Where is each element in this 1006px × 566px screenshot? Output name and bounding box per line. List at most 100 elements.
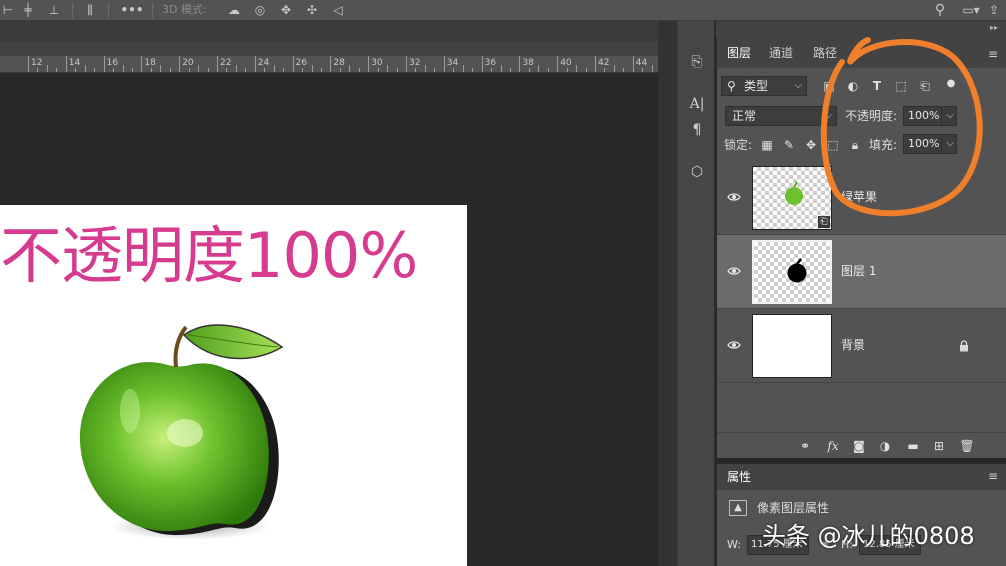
tab-paths[interactable]: 路径 — [813, 45, 837, 61]
expand-panels-icon[interactable]: ▸▸ — [990, 23, 998, 32]
smart-object-filter-icon[interactable]: ⎗ — [917, 78, 933, 94]
layer-row-layer-1[interactable]: 图层 1 — [717, 235, 1006, 309]
tab-channels[interactable]: 通道 — [769, 45, 793, 61]
ruler-minor-tick — [604, 68, 606, 72]
distribute-icon[interactable]: ⫼ — [82, 3, 98, 17]
opacity-label: 不透明度: — [845, 109, 898, 123]
ruler-major-tick — [65, 56, 67, 72]
3d-camera-icon[interactable]: ◁ — [330, 3, 346, 17]
document-canvas[interactable]: 不透明度100% — [0, 205, 467, 566]
apple-silhouette-thumbnail — [787, 258, 807, 283]
layer-filter-label: 类型 — [744, 79, 769, 93]
lock-pixels-icon[interactable]: ✎ — [781, 137, 797, 153]
ruler-minor-tick — [509, 68, 511, 72]
ruler-label: 32 — [409, 58, 421, 68]
shape-filter-icon[interactable]: ⬚ — [893, 78, 909, 94]
ruler-minor-tick — [547, 68, 549, 72]
history-icon[interactable]: ⎘ — [686, 51, 708, 73]
ruler-minor-tick — [37, 68, 39, 72]
ruler-minor-tick — [320, 68, 322, 72]
ruler-label: 34 — [446, 58, 459, 68]
align-center-icon[interactable]: ╪ — [20, 3, 36, 17]
blend-mode-select[interactable]: 正常 ⌵ — [725, 106, 837, 126]
search-icon[interactable]: ⚲ — [932, 3, 948, 17]
layer-name: 图层 1 — [841, 264, 877, 278]
ruler-major-tick — [179, 56, 181, 72]
lock-transparency-icon[interactable]: ▦ — [759, 137, 775, 153]
opacity-dropdown-button[interactable]: ⌵ — [941, 106, 957, 126]
tab-properties[interactable]: 属性 — [718, 462, 760, 492]
eye-icon[interactable] — [727, 338, 741, 352]
ruler-minor-tick — [150, 68, 152, 72]
lock-artboard-icon[interactable]: ⬚ — [825, 137, 841, 153]
filter-toggle-icon[interactable]: ● — [943, 76, 959, 92]
ruler-minor-tick — [198, 65, 200, 72]
layer-filter-row: ⚲ 类型 ⌵ ▣ ◐ T ⬚ ⎗ ● — [717, 76, 1006, 98]
tab-layers[interactable]: 图层 — [718, 38, 760, 68]
adjustment-layer-icon[interactable]: ◑ — [877, 438, 893, 454]
eye-icon[interactable] — [727, 264, 741, 278]
separator — [108, 3, 109, 18]
ruler-minor-tick — [84, 65, 86, 72]
ruler-minor-tick — [264, 68, 266, 72]
search-icon: ⚲ — [727, 79, 736, 93]
3d-roll-icon[interactable]: ◎ — [252, 3, 268, 17]
ruler-minor-tick — [46, 65, 48, 72]
adjustment-filter-icon[interactable]: ◐ — [845, 78, 861, 94]
ruler-major-tick — [481, 56, 483, 72]
layer-row-green-apple[interactable]: ⎗ 绿苹果 — [717, 161, 1006, 235]
add-mask-icon[interactable]: ◙ — [851, 438, 867, 454]
3d-cube-icon[interactable]: ⬡ — [686, 161, 708, 183]
lock-icon[interactable] — [959, 340, 969, 352]
paragraph-icon[interactable]: ¶ — [686, 119, 708, 141]
ruler-major-tick — [103, 56, 105, 72]
3d-slide-icon[interactable]: ✣ — [304, 3, 320, 17]
pixel-filter-icon[interactable]: ▣ — [821, 78, 837, 94]
green-apple-image — [79, 324, 284, 540]
lock-all-icon[interactable]: 🔒︎ — [847, 137, 863, 153]
fill-value: 100% — [908, 137, 940, 150]
fill-dropdown-button[interactable]: ⌵ — [941, 134, 957, 154]
layers-panel: 图层 通道 路径 ≡ ⚲ 类型 ⌵ ▣ ◐ T ⬚ ⎗ ● 正常 ⌵ 不透明度:… — [716, 38, 1006, 458]
chevron-down-icon: ⌵ — [946, 138, 954, 149]
workspace-switcher-icon[interactable]: ▭▾ — [960, 3, 982, 17]
ruler-minor-tick — [56, 68, 58, 72]
character-icon[interactable]: A| — [686, 93, 708, 115]
layer-name: 绿苹果 — [841, 190, 878, 204]
panel-menu-icon[interactable]: ≡ — [988, 47, 998, 61]
align-left-icon[interactable]: ⊢ — [0, 3, 16, 17]
options-bar: ⊢ ╪ ⊥ ⫼ ••• 3D 模式: ☁ ◎ ✥ ✣ ◁ ⚲ ▭▾ ⇪ — [0, 0, 1006, 21]
smart-object-badge-icon: ⎗ — [818, 216, 830, 228]
layers-panel-footer: ⚭ fx ◙ ◑ ▬ ⊞ 🗑︎ — [717, 432, 1006, 458]
share-icon[interactable]: ⇪ — [986, 3, 1002, 17]
ruler-major-tick — [292, 56, 294, 72]
fx-icon[interactable]: fx — [825, 438, 841, 454]
watermark: 头条 @冰儿的0808 — [762, 522, 975, 550]
layer-filter-select[interactable]: ⚲ 类型 ⌵ — [721, 76, 807, 96]
type-filter-icon[interactable]: T — [869, 78, 885, 94]
ruler-minor-tick — [358, 68, 360, 72]
link-layers-icon[interactable]: ⚭ — [797, 438, 813, 454]
ruler-minor-tick — [396, 68, 398, 72]
new-layer-icon[interactable]: ⊞ — [931, 438, 947, 454]
ruler-label: 22 — [220, 58, 232, 68]
align-bottom-icon[interactable]: ⊥ — [46, 3, 62, 17]
ruler-label: 42 — [598, 58, 610, 68]
panel-menu-icon[interactable]: ≡ — [988, 469, 998, 483]
eye-icon[interactable] — [727, 190, 741, 204]
layer-row-background[interactable]: 背景 — [717, 309, 1006, 383]
ruler-major-tick — [406, 56, 407, 72]
3d-pan-icon[interactable]: ✥ — [278, 3, 294, 17]
ruler-minor-tick — [434, 68, 436, 72]
lock-position-icon[interactable]: ✥ — [803, 137, 819, 153]
ruler-label: 20 — [182, 58, 194, 68]
layer-thumbnail — [752, 240, 832, 304]
panel-dock-strip: ⎘ A| ¶ ⬡ — [677, 21, 715, 566]
more-options-button[interactable]: ••• — [120, 3, 144, 17]
new-group-icon[interactable]: ▬ — [905, 438, 921, 454]
ruler-minor-tick — [377, 68, 379, 72]
layer-name: 背景 — [841, 338, 866, 352]
trash-icon[interactable]: 🗑︎ — [959, 438, 975, 454]
3d-orbit-icon[interactable]: ☁ — [226, 3, 242, 17]
ruler-minor-tick — [538, 65, 540, 72]
